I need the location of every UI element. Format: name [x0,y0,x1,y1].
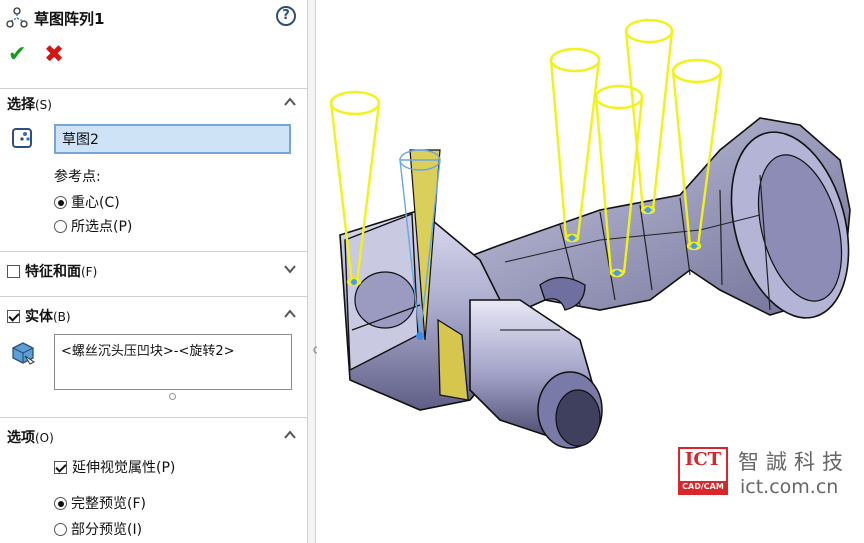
ict-logo-text: ICT [684,449,722,470]
page-title: 草图阵列1 [34,9,105,28]
ok-button[interactable]: ✔ [8,42,26,67]
ict-logo-sub: CAD/CAM [680,481,726,493]
option-partial-preview[interactable]: 部分预览(I) [54,519,142,539]
section-selection-header[interactable]: 选择(S) [0,91,307,117]
propagate-visual-checkbox[interactable] [54,461,67,474]
section-bodies-title: 实体 [25,309,53,325]
divider [0,88,307,89]
full-preview-radio[interactable] [54,497,67,510]
reference-point-label: 参考点: [54,169,101,185]
chevron-up-icon[interactable] [283,307,297,321]
divider [0,251,307,252]
resize-handle[interactable] [169,393,176,400]
option-full-preview[interactable]: 完整预览(F) [54,493,146,513]
partial-preview-radio[interactable] [54,523,67,536]
solid-body-icon [12,342,35,365]
features-faces-checkbox[interactable] [7,265,20,278]
option-selected-point[interactable]: 所选点(P) [54,216,132,236]
company-url: ict.com.cn [740,476,839,498]
section-features-faces-key: (F) [81,265,98,279]
section-selection-key: (S) [35,98,52,112]
section-features-faces-title: 特征和面 [25,264,81,280]
section-features-faces-header[interactable]: 特征和面(F) [0,258,307,284]
sketch-selection-value: 草图2 [62,132,99,148]
title-row: 草图阵列1 [6,5,104,31]
option-centroid[interactable]: 重心(C) [54,192,120,212]
option-propagate-visual[interactable]: 延伸视觉属性(P) [54,457,175,477]
chevron-up-icon[interactable] [283,428,297,442]
panel-splitter[interactable] [307,0,316,543]
help-icon[interactable]: ? [276,6,296,26]
section-options-key: (O) [35,431,54,445]
chevron-down-icon[interactable] [283,262,297,276]
sketch-selection-field[interactable]: 草图2 [54,124,291,154]
company-name: 智誠科技 [738,450,850,474]
full-preview-label: 完整预览(F) [71,496,146,512]
section-options-header[interactable]: 选项(O) [0,424,307,450]
sketch-pattern-icon [6,7,28,28]
cancel-button[interactable]: ✖ [44,40,64,68]
chevron-up-icon[interactable] [283,95,297,109]
section-options-title: 选项 [7,430,35,446]
section-bodies-key: (B) [53,310,71,324]
section-bodies-header[interactable]: 实体(B) [0,303,307,329]
property-manager: 草图阵列1 ? ✔ ✖ 选择(S) 草图2 参考点: 重心(C) 所选点(P) … [0,0,307,543]
selected-point-radio[interactable] [54,220,67,233]
divider [0,417,307,418]
centroid-radio[interactable] [54,196,67,209]
divider [0,296,307,297]
partial-preview-label: 部分预览(I) [71,522,143,538]
bodies-list-item[interactable]: <螺丝沉头压凹块>-<旋转2> [61,344,235,359]
propagate-visual-label: 延伸视觉属性(P) [72,460,176,476]
selected-point-label: 所选点(P) [71,219,133,235]
sketch-select-icon [12,128,32,148]
bodies-list[interactable]: <螺丝沉头压凹块>-<旋转2> [54,334,292,390]
section-selection-title: 选择 [7,97,35,113]
centroid-label: 重心(C) [71,195,120,211]
bodies-checkbox[interactable] [7,310,20,323]
